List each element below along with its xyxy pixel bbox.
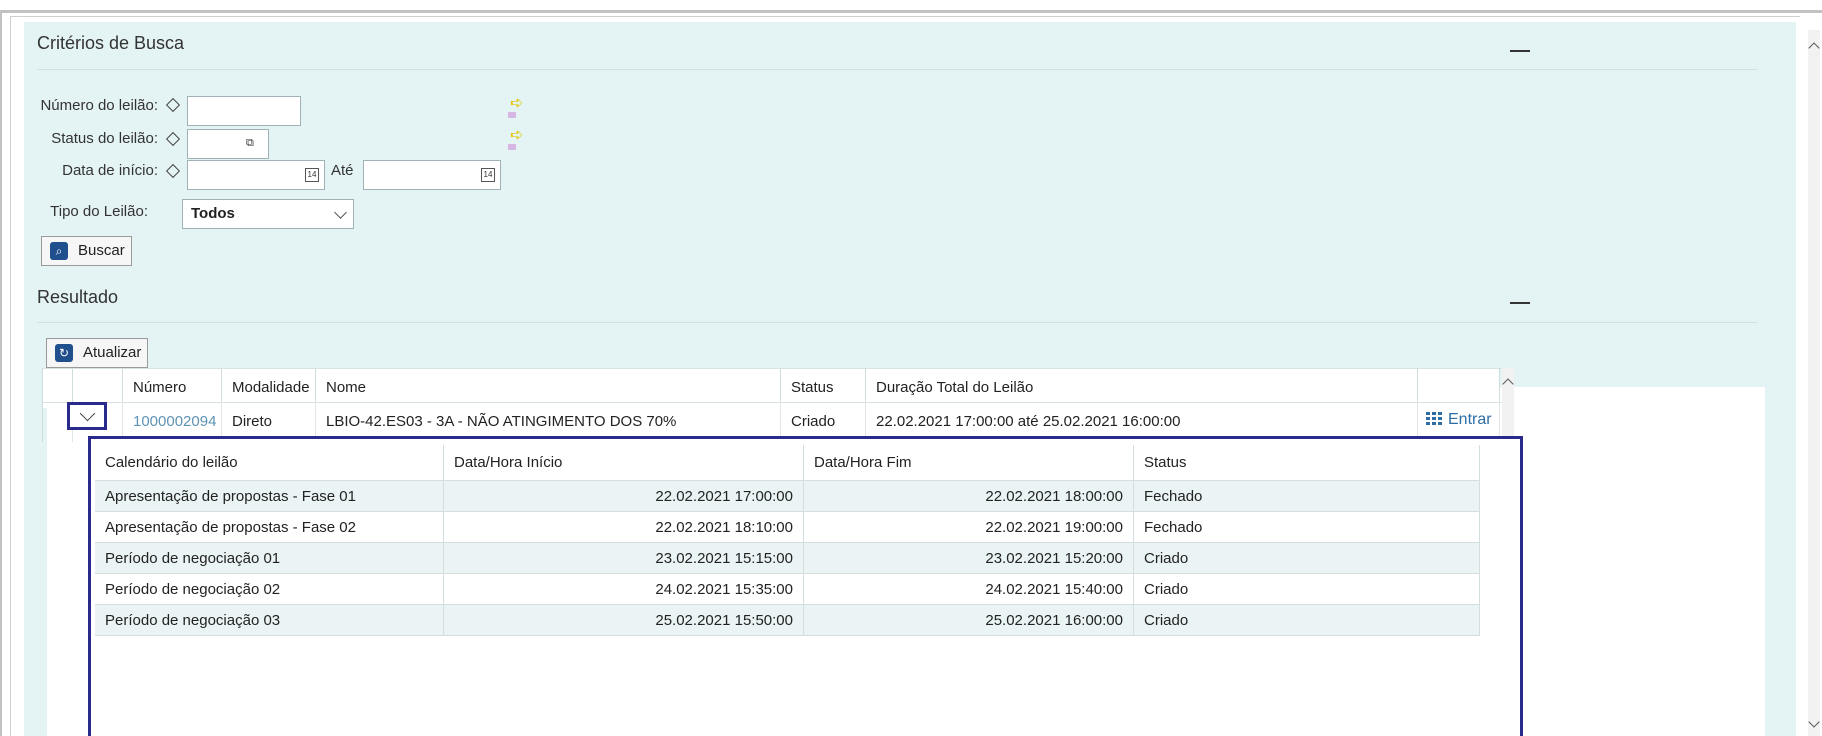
data-fim-input[interactable]: 14 — [363, 160, 501, 190]
collapse-results-button[interactable] — [1510, 302, 1530, 304]
numero-input[interactable] — [187, 96, 301, 126]
data-inicio-label: Data de início: — [62, 162, 158, 179]
calendar-cell-fim: 25.02.2021 16:00:00 — [804, 605, 1134, 636]
tipo-select[interactable]: Todos — [182, 199, 354, 229]
calendar-row: Apresentação de propostas - Fase 02 22.0… — [95, 512, 1480, 543]
calendar-column-header[interactable]: Data/Hora Início — [444, 445, 804, 481]
calendar-row: Período de negociação 01 23.02.2021 15:1… — [95, 543, 1480, 574]
page-scrollbar[interactable] — [1808, 30, 1820, 736]
calendar-cell-fim: 24.02.2021 15:40:00 — [804, 574, 1134, 605]
calendar-cell-inicio: 25.02.2021 15:50:00 — [444, 605, 804, 636]
calendar-cell-status: Fechado — [1134, 481, 1480, 512]
calendar-cell-inicio: 22.02.2021 17:00:00 — [444, 481, 804, 512]
calendar-cell-fim: 22.02.2021 18:00:00 — [804, 481, 1134, 512]
refresh-icon: ↻ — [55, 344, 73, 362]
chevron-down-icon — [334, 206, 347, 219]
calendar-icon[interactable]: 14 — [305, 168, 319, 182]
calendar-cell-nome: Período de negociação 03 — [95, 605, 444, 636]
divider — [37, 69, 1757, 70]
calendar-row: Apresentação de propostas - Fase 01 22.0… — [95, 481, 1480, 512]
atualizar-label: Atualizar — [83, 344, 142, 361]
scroll-up-icon[interactable] — [1808, 42, 1820, 54]
search-criteria-title: Critérios de Busca — [37, 33, 185, 53]
arrow-marker — [508, 144, 516, 150]
table-scrollbar[interactable] — [1502, 368, 1514, 436]
calendar-cell-status: Criado — [1134, 605, 1480, 636]
grid-icon — [1426, 412, 1442, 426]
calendar-cell-nome: Período de negociação 01 — [95, 543, 444, 574]
calendar-cell-status: Criado — [1134, 543, 1480, 574]
calendar-cell-status: Criado — [1134, 574, 1480, 605]
calendar-cell-fim: 22.02.2021 19:00:00 — [804, 512, 1134, 543]
results-title: Resultado — [37, 287, 119, 307]
status-input[interactable]: ⧉ — [187, 129, 269, 159]
buscar-button[interactable]: ⌕ Buscar — [41, 236, 132, 266]
calendar-cell-fim: 23.02.2021 15:20:00 — [804, 543, 1134, 574]
entrar-link[interactable]: Entrar — [1426, 411, 1492, 429]
table-border — [42, 368, 1502, 369]
calendar-cell-inicio: 24.02.2021 15:35:00 — [444, 574, 804, 605]
calendar-cell-nome: Apresentação de propostas - Fase 02 — [95, 512, 444, 543]
entrar-label: Entrar — [1448, 411, 1492, 428]
calendar-header-row: Calendário do leilão Data/Hora Início Da… — [95, 445, 1480, 481]
scroll-up-icon[interactable] — [1502, 378, 1514, 390]
numero-label: Número do leilão: — [40, 97, 158, 114]
collapse-search-button[interactable] — [1510, 50, 1530, 52]
ate-label: Até — [331, 162, 354, 179]
buscar-label: Buscar — [78, 242, 125, 259]
calendar-row: Período de negociação 03 25.02.2021 15:5… — [95, 605, 1480, 636]
chevron-down-icon — [79, 405, 96, 422]
calendar-cell-inicio: 23.02.2021 15:15:00 — [444, 543, 804, 574]
value-help-icon[interactable]: ⧉ — [246, 137, 254, 150]
data-inicio-input[interactable]: 14 — [187, 160, 325, 190]
tipo-select-value: Todos — [191, 205, 235, 222]
calendar-cell-status: Fechado — [1134, 512, 1480, 543]
calendar-column-header[interactable]: Calendário do leilão — [95, 445, 444, 481]
scroll-down-icon[interactable] — [1808, 716, 1820, 728]
calendar-column-header[interactable]: Data/Hora Fim — [804, 445, 1134, 481]
search-icon: ⌕ — [50, 242, 68, 260]
arrow-marker — [508, 112, 516, 118]
calendar-column-header[interactable]: Status — [1134, 445, 1480, 481]
status-label: Status do leilão: — [51, 130, 158, 147]
divider — [37, 322, 1757, 323]
atualizar-button[interactable]: ↻ Atualizar — [46, 338, 148, 368]
calendar-row: Período de negociação 02 24.02.2021 15:3… — [95, 574, 1480, 605]
calendar-cell-nome: Período de negociação 02 — [95, 574, 444, 605]
arrow-right-icon[interactable]: ➪ — [510, 128, 523, 144]
arrow-right-icon[interactable]: ➪ — [510, 96, 523, 112]
calendar-icon[interactable]: 14 — [481, 168, 495, 182]
calendar-cell-nome: Apresentação de propostas - Fase 01 — [95, 481, 444, 512]
calendar-cell-inicio: 22.02.2021 18:10:00 — [444, 512, 804, 543]
tipo-label: Tipo do Leilão: — [50, 203, 148, 220]
expand-row-button[interactable] — [67, 402, 107, 430]
